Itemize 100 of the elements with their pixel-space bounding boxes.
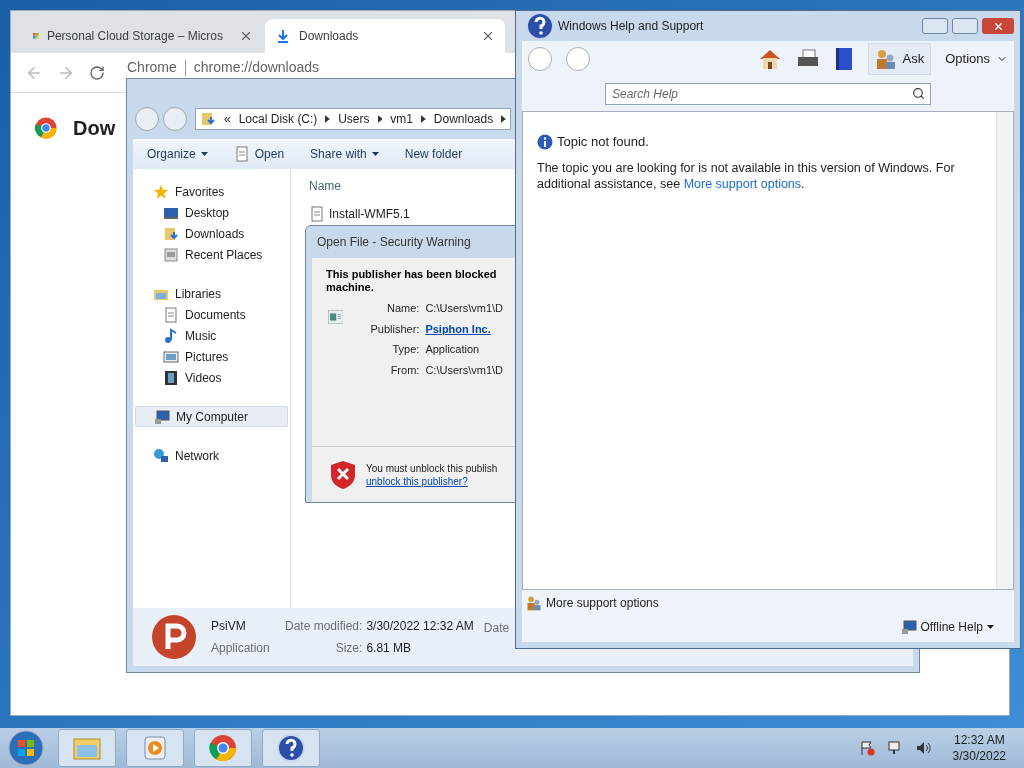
tab-title: Downloads [299, 28, 359, 45]
toolbar-button[interactable]: Share with [310, 145, 379, 163]
file-type: Application [211, 640, 271, 657]
field-value: C:\Users\vm1\D [425, 362, 503, 378]
breadcrumb-item[interactable]: Users [338, 110, 370, 128]
network-icon[interactable] [886, 740, 903, 756]
documents-icon [163, 306, 179, 323]
ask-button[interactable]: Ask [867, 43, 932, 75]
nav-item[interactable]: Pictures [133, 346, 290, 367]
nav-item[interactable]: Libraries [135, 283, 288, 304]
chevron-icon[interactable] [501, 115, 506, 123]
search-field[interactable]: Search Help [605, 83, 931, 105]
help-body-text: The topic you are looking for is not available in this version of Windows. For additional assistance, see More support options. [537, 159, 956, 192]
unblock-link[interactable]: unblock this publisher? [366, 474, 498, 488]
dialog-title: Open File - Security Warning [316, 234, 472, 251]
nav-item[interactable]: Network [135, 445, 288, 466]
book-icon[interactable] [833, 47, 854, 71]
caret-icon [987, 625, 994, 629]
music-icon [163, 327, 179, 344]
address-bar[interactable]: « Local Disk (C:) Users vm1 Downloads [195, 108, 511, 130]
shield-error-icon [330, 459, 356, 490]
videos-icon [163, 369, 179, 386]
nav-item[interactable]: Recent Places [133, 244, 290, 265]
minimize-button[interactable] [922, 18, 948, 34]
reload-icon[interactable] [89, 64, 105, 81]
breadcrumb-item[interactable]: Local Disk (C:) [238, 110, 318, 128]
toolbar-button[interactable]: New folder [404, 145, 463, 163]
toolbar-button[interactable]: Open [233, 145, 285, 163]
computer-icon [154, 408, 170, 425]
browser-tab[interactable]: Downloads [265, 19, 505, 53]
page-heading: Dow [73, 116, 116, 141]
warning-heading: This publisher has been blocked [326, 268, 498, 281]
nav-item[interactable]: Videos [133, 367, 290, 388]
field-label: Type: [391, 342, 420, 357]
caret-icon [371, 152, 379, 156]
field-label: From: [389, 362, 420, 378]
close-button[interactable] [982, 18, 1014, 34]
star-icon [153, 183, 169, 200]
search-icon[interactable] [912, 87, 925, 100]
detail-value: 6.81 MB [366, 640, 413, 657]
file-name: PsiVM [211, 618, 247, 635]
site-label: Chrome [127, 58, 177, 77]
download-icon [275, 28, 291, 44]
options-menu[interactable]: Options [945, 49, 1008, 69]
clock[interactable]: 12:32 AM 3/30/2022 [952, 732, 1006, 764]
detail-value: 3/30/2022 12:32 AM [366, 618, 474, 635]
nav-item[interactable]: Documents [133, 304, 290, 325]
speaker-icon[interactable] [914, 740, 931, 756]
warning-heading: machine. [326, 281, 375, 294]
taskbar-button[interactable] [194, 729, 252, 767]
nav-item[interactable]: Music [133, 325, 290, 346]
url-text[interactable]: chrome://downloads [193, 57, 320, 78]
people-icon [526, 595, 542, 611]
computer-icon [900, 619, 917, 635]
close-icon[interactable] [481, 29, 495, 43]
column-header[interactable]: Name [309, 177, 341, 197]
info-icon [537, 133, 553, 150]
detail-label: Date modified: [285, 618, 363, 635]
field-value: C:\Users\vm1\D [425, 301, 503, 316]
close-icon[interactable] [239, 29, 253, 43]
documents-icon [309, 206, 325, 222]
field-label: Name: [385, 301, 420, 316]
flag-icon[interactable] [858, 740, 875, 756]
chevron-icon[interactable] [325, 115, 331, 123]
breadcrumb-overflow[interactable]: « [224, 110, 231, 128]
file-item[interactable]: Install-WMF5.1 [309, 203, 410, 225]
offline-help-menu[interactable]: Offline Help [900, 618, 994, 636]
downloads-icon [200, 111, 216, 127]
network-icon [153, 447, 169, 464]
taskbar-button[interactable] [262, 729, 320, 767]
documents-icon [233, 146, 250, 162]
people-icon [874, 48, 897, 70]
nav-item[interactable]: Favorites [135, 181, 288, 202]
close-icon [992, 20, 1004, 32]
downloads-icon [163, 225, 179, 242]
notice-title: Topic not found. [557, 133, 649, 151]
app-logo-icon [151, 614, 197, 660]
help-icon [275, 732, 307, 764]
caret-icon [200, 152, 208, 156]
detail-label: Size: [334, 640, 363, 657]
window-title: Windows Help and Support [558, 18, 705, 35]
scrollbar[interactable] [996, 112, 1013, 589]
maximize-button[interactable] [952, 18, 978, 34]
chevron-icon[interactable] [377, 115, 383, 123]
recent-icon [163, 246, 179, 263]
field-label: Publisher: [369, 321, 420, 337]
nav-item[interactable]: Downloads [133, 223, 290, 244]
publisher-link[interactable]: Psiphon Inc. [425, 320, 503, 337]
detail-label: Date [483, 620, 510, 637]
field-value: Application [425, 342, 481, 357]
toolbar-button[interactable]: Organize [147, 145, 208, 163]
nav-item[interactable]: My Computer [135, 406, 288, 427]
breadcrumb-item[interactable]: Downloads [433, 110, 494, 128]
tab-title: Personal Cloud Storage – Micros [46, 28, 223, 45]
breadcrumb-item[interactable]: vm1 [390, 110, 413, 128]
nav-item[interactable]: Desktop [133, 202, 290, 223]
support-options-link[interactable]: More support options [526, 594, 659, 612]
chevron-icon[interactable] [421, 115, 426, 123]
warning-text: You must unblock this publish [366, 461, 498, 475]
pictures-icon [163, 348, 179, 365]
